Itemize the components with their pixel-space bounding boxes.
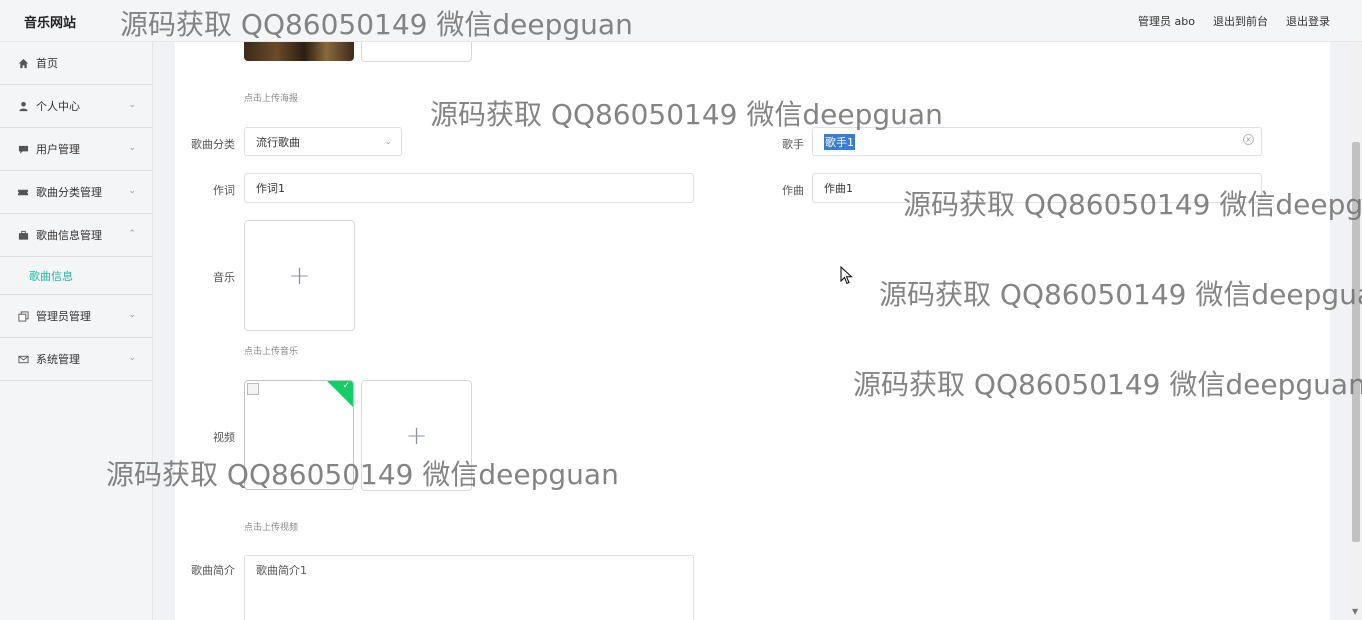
clear-icon[interactable]: ×	[1243, 134, 1254, 145]
watermark: 源码获取 QQ86050149 微信deepguan	[879, 278, 1362, 311]
singer-value: 歌手1	[824, 133, 855, 150]
singer-label: 歌手	[782, 138, 804, 151]
sidebar-item-label: 用户管理	[36, 143, 80, 156]
top-bar: 音乐网站 管理员 abo 退出到前台 退出登录	[0, 0, 1362, 42]
logout-link[interactable]: 退出登录	[1286, 13, 1330, 29]
plus-icon: +	[405, 420, 428, 451]
poster-upload-tip: 点击上传海报	[244, 94, 299, 104]
intro-value: 歌曲简介1	[256, 564, 307, 577]
sidebar-item-profile[interactable]: 个人中心 ⌄	[0, 85, 152, 128]
admin-user-label[interactable]: 管理员 abo	[1138, 13, 1195, 29]
sidebar-item-label: 个人中心	[36, 100, 80, 113]
intro-textarea[interactable]: 歌曲简介1	[244, 555, 694, 620]
chevron-down-icon: ⌄	[128, 100, 136, 110]
sidebar-item-home[interactable]: 首页	[0, 42, 152, 85]
scroll-down-arrow-icon[interactable]: ▼	[1352, 607, 1358, 616]
video-upload-tip: 点击上传视频	[244, 523, 299, 533]
category-value: 流行歌曲	[256, 135, 300, 149]
user-icon	[17, 100, 29, 112]
category-label: 歌曲分类	[191, 138, 235, 151]
site-brand[interactable]: 音乐网站	[24, 12, 76, 31]
poster-image[interactable]	[244, 42, 354, 61]
to-front-link[interactable]: 退出到前台	[1213, 13, 1268, 29]
sidebar-item-label: 首页	[36, 57, 58, 70]
top-links: 管理员 abo 退出到前台 退出登录	[1138, 13, 1330, 29]
chevron-down-icon: ⌄	[384, 137, 392, 147]
watermark-clip: 源码获取 QQ86050149 微信deepguan 源码获取 QQ860501…	[0, 180, 1362, 410]
chevron-down-icon: ⌄	[128, 143, 136, 153]
category-select[interactable]: 流行歌曲 ⌄	[244, 127, 402, 156]
sidebar-item-users[interactable]: 用户管理 ⌄	[0, 128, 152, 171]
watermark: 源码获取 QQ86050149 微信deepguan	[853, 368, 1362, 401]
home-icon	[17, 57, 29, 69]
poster-upload-box[interactable]	[361, 42, 472, 62]
video-label: 视频	[213, 431, 235, 444]
intro-label: 歌曲简介	[191, 564, 235, 577]
mouse-cursor-icon	[840, 266, 853, 285]
chat-icon	[17, 143, 29, 155]
watermark: 源码获取 QQ86050149 微信deepguan	[903, 188, 1362, 221]
singer-input[interactable]: 歌手1 ×	[812, 127, 1262, 156]
